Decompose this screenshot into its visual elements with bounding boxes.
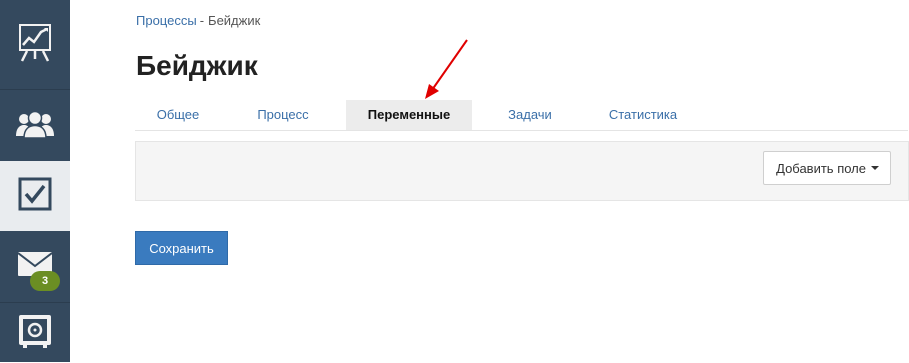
safe-icon	[17, 313, 53, 354]
chart-presentation-icon	[17, 21, 53, 68]
add-field-dropdown-button[interactable]: Добавить поле	[763, 151, 891, 185]
tab-variables[interactable]: Переменные	[346, 100, 472, 130]
tab-general[interactable]: Общее	[135, 100, 221, 130]
mail-count-badge: 3	[30, 271, 60, 291]
save-button[interactable]: Сохранить	[135, 231, 228, 265]
sidebar-item-analytics[interactable]	[0, 0, 70, 88]
sidebar-item-tasks[interactable]	[0, 161, 70, 231]
checkbox-icon	[18, 177, 52, 216]
sidebar: 3	[0, 0, 70, 362]
tab-statistics[interactable]: Статистика	[593, 100, 693, 130]
page-title: Бейджик	[136, 50, 258, 81]
tab-process[interactable]: Процесс	[235, 100, 331, 130]
breadcrumb: Процессы - Бейджик	[136, 13, 260, 28]
sidebar-item-safe[interactable]	[0, 302, 70, 363]
breadcrumb-current: Бейджик	[208, 13, 261, 28]
breadcrumb-separator: -	[199, 13, 205, 28]
breadcrumb-link-processes[interactable]: Процессы	[136, 13, 197, 28]
tab-tasks[interactable]: Задачи	[485, 100, 575, 130]
add-field-label: Добавить поле	[776, 160, 866, 176]
caret-down-icon	[871, 166, 879, 170]
variables-panel: Добавить поле	[135, 141, 909, 201]
sidebar-item-mail[interactable]: 3	[0, 231, 70, 302]
sidebar-item-users[interactable]	[0, 89, 70, 162]
users-group-icon	[15, 110, 55, 143]
tab-bar: Общее Процесс Переменные Задачи Статисти…	[135, 100, 908, 131]
